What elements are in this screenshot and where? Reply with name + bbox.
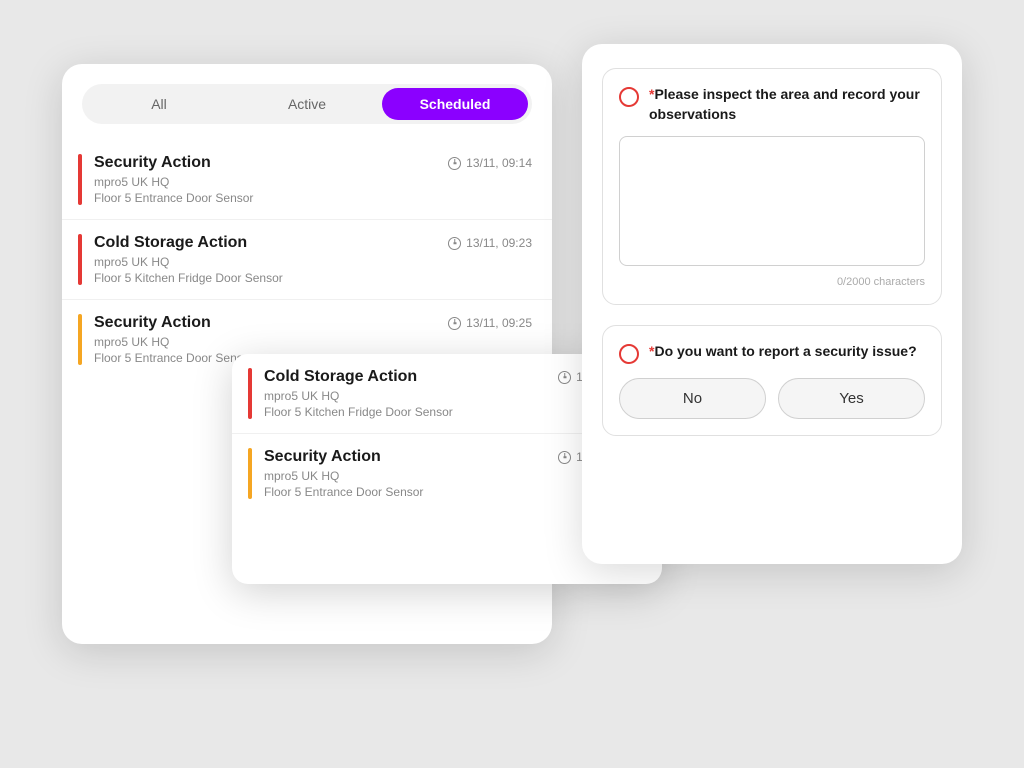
clock-icon [558,451,571,464]
action-location: mpro5 UK HQ [94,175,448,189]
accent-bar [78,234,82,285]
question-label-1: Please inspect the area and record your … [649,86,920,122]
action-location: mpro5 UK HQ [264,389,558,403]
tab-active[interactable]: Active [234,88,380,120]
accent-bar [78,154,82,205]
observations-textarea[interactable] [619,136,925,266]
question-text-2: *Do you want to report a security issue? [649,342,917,362]
tab-bar: All Active Scheduled [82,84,532,124]
question-label-2: Do you want to report a security issue? [654,343,916,359]
clock-icon [448,157,461,170]
time-value: 13/11, 09:25 [466,316,532,330]
action-title: Cold Storage Action [94,234,448,252]
tab-scheduled[interactable]: Scheduled [382,88,528,120]
time-value: 13/11, 09:14 [466,156,532,170]
form-section-1: *Please inspect the area and record your… [602,68,942,305]
action-time: 13/11, 09:23 [448,236,532,250]
clock-icon [448,237,461,250]
action-sensor: Floor 5 Kitchen Fridge Door Sensor [264,405,558,419]
action-time: 13/11, 09:14 [448,156,532,170]
action-content: Security Action mpro5 UK HQ Floor 5 Entr… [94,154,448,205]
action-content: Security Action mpro5 UK HQ Floor 5 Entr… [264,448,558,499]
clock-icon [558,371,571,384]
action-location: mpro5 UK HQ [94,255,448,269]
yes-no-group: No Yes [619,378,925,419]
form-question-2: *Do you want to report a security issue? [619,342,925,364]
char-count: 0/2000 characters [619,276,925,288]
action-sensor: Floor 5 Entrance Door Sensor [264,485,558,499]
form-question-1: *Please inspect the area and record your… [619,85,925,124]
list-item[interactable]: Security Action mpro5 UK HQ Floor 5 Entr… [62,140,552,220]
yes-button[interactable]: Yes [778,378,925,419]
question-text-1: *Please inspect the area and record your… [649,85,925,124]
tab-all[interactable]: All [86,88,232,120]
action-location: mpro5 UK HQ [94,335,448,349]
action-title: Security Action [264,448,558,466]
form-panel: *Please inspect the area and record your… [582,44,962,564]
action-content: Cold Storage Action mpro5 UK HQ Floor 5 … [94,234,448,285]
clock-icon [448,317,461,330]
action-content: Cold Storage Action mpro5 UK HQ Floor 5 … [264,368,558,419]
list-item[interactable]: Cold Storage Action mpro5 UK HQ Floor 5 … [62,220,552,300]
action-title: Security Action [94,154,448,172]
accent-bar [78,314,82,365]
action-list: Security Action mpro5 UK HQ Floor 5 Entr… [62,140,552,379]
action-sensor: Floor 5 Kitchen Fridge Door Sensor [94,271,448,285]
radio-required-1[interactable] [619,87,639,107]
accent-bar [248,448,252,499]
action-location: mpro5 UK HQ [264,469,558,483]
action-title: Cold Storage Action [264,368,558,386]
time-value: 13/11, 09:23 [466,236,532,250]
action-title: Security Action [94,314,448,332]
accent-bar [248,368,252,419]
no-button[interactable]: No [619,378,766,419]
action-time: 13/11, 09:25 [448,316,532,330]
radio-required-2[interactable] [619,344,639,364]
form-section-2: *Do you want to report a security issue?… [602,325,942,436]
action-sensor: Floor 5 Entrance Door Sensor [94,191,448,205]
